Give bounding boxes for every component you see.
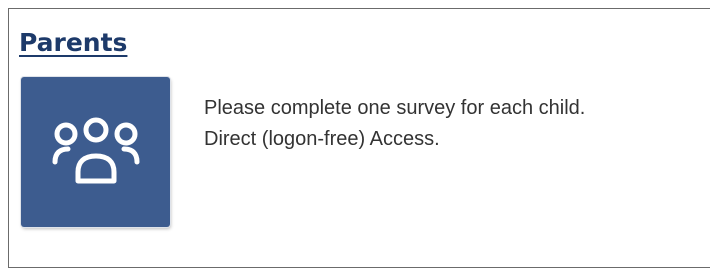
group-of-people-icon <box>52 117 140 184</box>
access-line: Direct (logon-free) Access. <box>204 128 440 150</box>
instruction-line: Please complete one survey for each chil… <box>204 97 586 119</box>
parents-card: Parents Please complete one survey for e… <box>8 8 710 268</box>
parents-heading-link[interactable]: Parents <box>19 28 127 58</box>
parents-survey-tile[interactable] <box>21 77 170 227</box>
parents-description: Please complete one survey for each chil… <box>204 93 585 155</box>
